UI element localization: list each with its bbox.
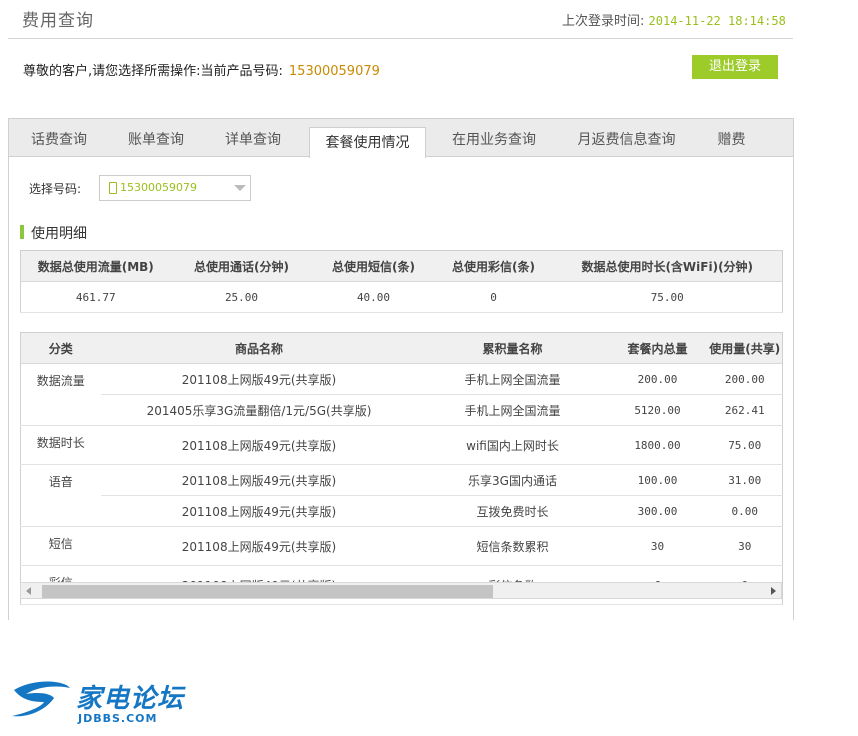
table-row: 数据流量 201108上网版49元(共享版) 手机上网全国流量 200.00 2… [20, 363, 783, 426]
horizontal-scrollbar[interactable] [20, 582, 782, 599]
summary-data-volume: 461.77 [20, 281, 171, 313]
detail-header-row: 分类 商品名称 累积量名称 套餐内总量 使用量(共享) [20, 332, 783, 364]
summary-mms: 0 [434, 281, 553, 313]
usage-summary-table: 数据总使用流量(MB) 总使用通话(分钟) 总使用短信(条) 总使用彩信(条) … [20, 250, 783, 313]
tab-call-charges[interactable]: 话费查询 [14, 119, 104, 156]
product-cell: 201108上网版49元(共享版) [100, 526, 418, 566]
table-row: 短信 201108上网版49元(共享版) 短信条数累积 30 30 [20, 526, 783, 566]
page-title: 费用查询 [22, 11, 94, 31]
scroll-right-arrow-icon[interactable] [771, 587, 776, 595]
accum-cell: 互拨免费时长 [417, 495, 608, 527]
detail-header-accum-name: 累积量名称 [417, 332, 608, 364]
category-cell: 短信 [20, 526, 101, 566]
category-cell: 数据时长 [20, 425, 101, 465]
summary-header-sms: 总使用短信(条) [312, 250, 435, 282]
summary-header-mms: 总使用彩信(条) [434, 250, 553, 282]
section-title: 使用明细 [31, 226, 87, 242]
usage-detail-table: 分类 商品名称 累积量名称 套餐内总量 使用量(共享) 数据流量 201108上… [20, 332, 783, 605]
total-cell: 5120.00 [607, 394, 708, 426]
last-login-label: 上次登录时间: [562, 14, 645, 29]
total-cell: 200.00 [607, 363, 708, 395]
detail-header-product: 商品名称 [100, 332, 418, 364]
accum-cell: 短信条数累积 [417, 526, 608, 566]
detail-header-package-total: 套餐内总量 [607, 332, 708, 364]
last-login: 上次登录时间: 2014-11-22 18:14:58 [562, 10, 786, 29]
product-cell: 201108上网版49元(共享版) [100, 495, 418, 527]
section-marker [20, 225, 24, 239]
tab-bill[interactable]: 账单查询 [111, 119, 201, 156]
product-cell: 201108上网版49元(共享版) [100, 425, 418, 465]
tab-package-usage[interactable]: 套餐使用情况 [309, 127, 426, 158]
used-cell: 200.00 [707, 363, 783, 395]
scroll-left-arrow-icon[interactable] [26, 587, 31, 595]
number-select-label: 选择号码: [29, 182, 82, 196]
watermark-en-text: JDBBS.COM [78, 712, 158, 725]
query-panel: 话费查询 账单查询 详单查询 套餐使用情况 在用业务查询 月返费信息查询 赠费 … [8, 118, 794, 620]
summary-header-data-duration: 数据总使用时长(含WiFi)(分钟) [552, 250, 783, 282]
accum-cell: 手机上网全国流量 [417, 394, 608, 426]
table-row: 语音 201108上网版49元(共享版) 乐享3G国内通话 100.00 31.… [20, 464, 783, 527]
chevron-down-icon [234, 185, 246, 191]
accum-cell: 乐享3G国内通话 [417, 464, 608, 496]
number-select-value: 15300059079 [120, 181, 197, 194]
header-divider [8, 38, 793, 39]
tab-bar: 话费查询 账单查询 详单查询 套餐使用情况 在用业务查询 月返费信息查询 赠费 [9, 118, 793, 158]
watermark-cn-text: 家电论坛 [76, 684, 185, 714]
category-cell: 语音 [20, 464, 101, 527]
total-cell: 100.00 [607, 464, 708, 496]
tab-gift-credit[interactable]: 赠费 [699, 119, 764, 156]
summary-header-call-minutes: 总使用通话(分钟) [170, 250, 313, 282]
logout-button[interactable]: 退出登录 [692, 55, 778, 79]
greeting: 尊敬的客户,请您选择所需操作:当前产品号码: 15300059079 [23, 60, 380, 79]
detail-header-usage-shared: 使用量(共享) [707, 332, 783, 364]
product-cell: 201108上网版49元(共享版) [100, 464, 418, 496]
summary-call-minutes: 25.00 [170, 281, 313, 313]
watermark-logo: 家电论坛 JDBBS.COM [8, 676, 208, 726]
detail-header-category: 分类 [20, 332, 101, 364]
mobile-phone-icon [109, 182, 117, 194]
scrollbar-thumb[interactable] [42, 585, 493, 598]
current-phone-number: 15300059079 [288, 64, 380, 79]
summary-header-row: 数据总使用流量(MB) 总使用通话(分钟) 总使用短信(条) 总使用彩信(条) … [20, 250, 783, 282]
last-login-time: 2014-11-22 18:14:58 [648, 14, 786, 28]
tab-monthly-rebate[interactable]: 月返费信息查询 [564, 119, 689, 156]
total-cell: 30 [607, 526, 708, 566]
greeting-text: 尊敬的客户,请您选择所需操作:当前产品号码: [23, 64, 283, 79]
category-cell: 数据流量 [20, 363, 101, 426]
accum-cell: 手机上网全国流量 [417, 363, 608, 395]
number-select[interactable]: 15300059079 [99, 175, 251, 201]
used-cell: 0.00 [707, 495, 783, 527]
product-cell: 201405乐享3G流量翻倍/1元/5G(共享版) [100, 394, 418, 426]
tab-detail-bill[interactable]: 详单查询 [208, 119, 298, 156]
used-cell: 75.00 [707, 425, 783, 465]
used-cell: 30 [707, 526, 783, 566]
tab-active-services[interactable]: 在用业务查询 [434, 119, 554, 156]
summary-header-data-volume: 数据总使用流量(MB) [20, 250, 171, 282]
summary-data-duration: 75.00 [552, 281, 783, 313]
used-cell: 262.41 [707, 394, 783, 426]
accum-cell: wifi国内上网时长 [417, 425, 608, 465]
summary-sms: 40.00 [312, 281, 435, 313]
table-row: 201108上网版49元(共享版) 互拨免费时长 300.00 0.00 [21, 495, 783, 527]
forum-logo-icon [12, 681, 70, 717]
total-cell: 1800.00 [607, 425, 708, 465]
summary-value-row: 461.77 25.00 40.00 0 75.00 [20, 281, 783, 313]
used-cell: 31.00 [707, 464, 783, 496]
table-row: 数据时长 201108上网版49元(共享版) wifi国内上网时长 1800.0… [20, 425, 783, 465]
table-row: 201405乐享3G流量翻倍/1元/5G(共享版) 手机上网全国流量 5120.… [21, 394, 783, 426]
product-cell: 201108上网版49元(共享版) [100, 363, 418, 395]
total-cell: 300.00 [607, 495, 708, 527]
